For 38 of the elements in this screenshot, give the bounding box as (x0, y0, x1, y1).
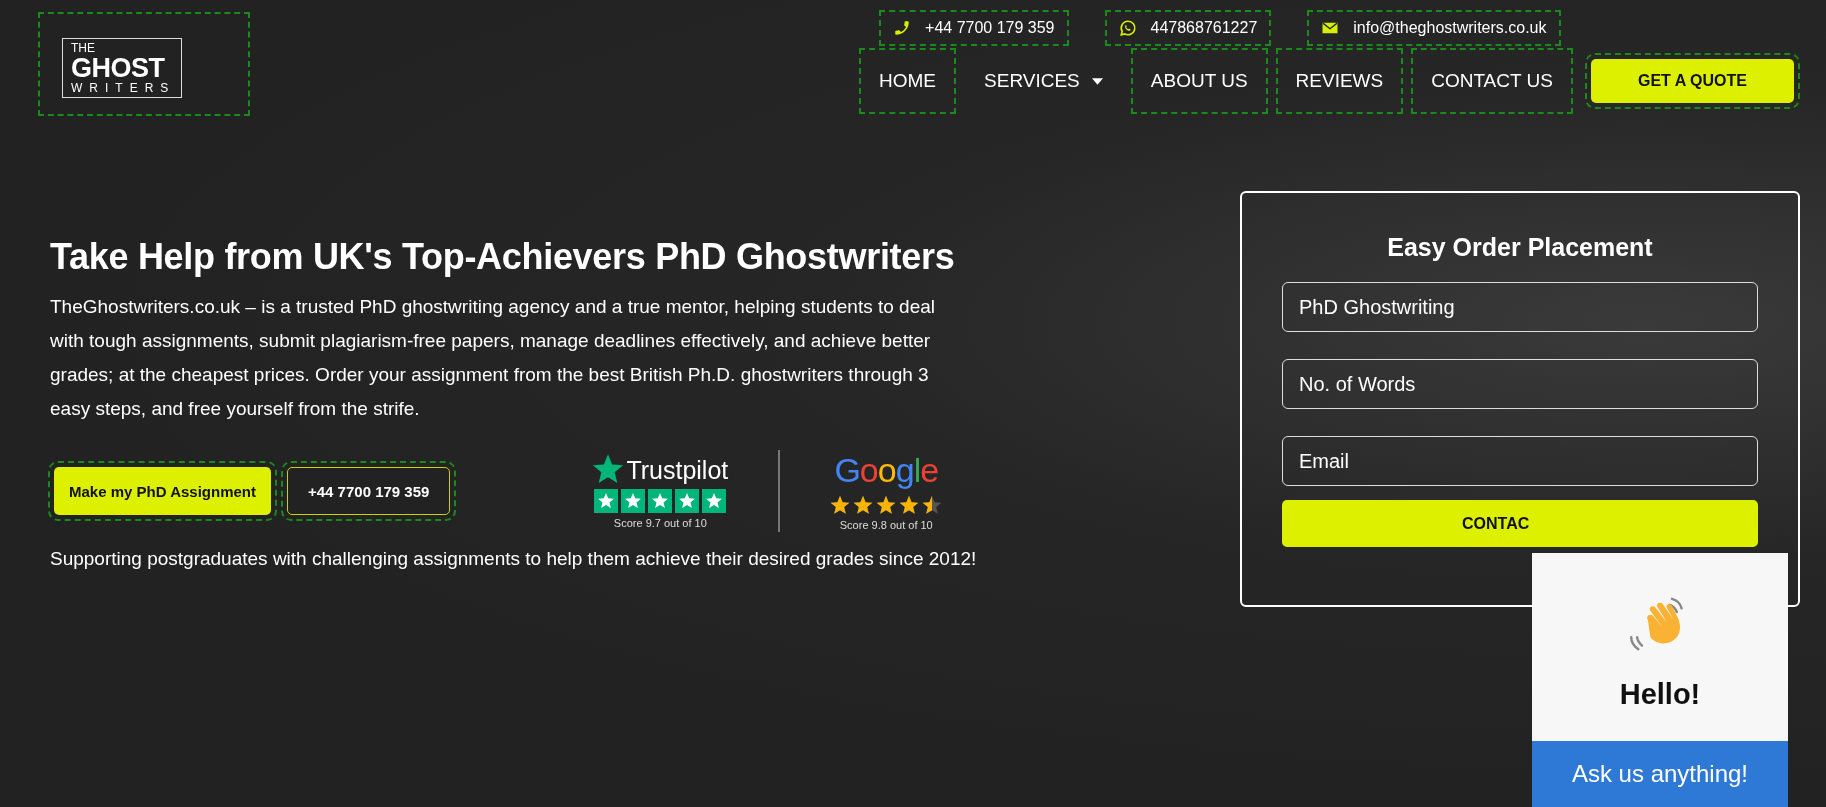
star-icon (922, 495, 943, 515)
logo-bottom-text: WRITERS (71, 81, 176, 95)
tagline: Supporting postgraduates with challenging assignments to help them achieve their desired grades since 2012! (50, 547, 978, 571)
contact-link[interactable]: +44 7700 179 359 (881, 12, 1067, 44)
star-icon (876, 495, 897, 515)
trustpilot-logo: Trustpilot (626, 456, 729, 485)
logo-main-text: GHOST (71, 55, 166, 81)
nav-link[interactable]: SERVICES (966, 50, 1121, 112)
chat-dialog[interactable]: Hello! Ask us anything! (1532, 553, 1788, 807)
star-icon (853, 495, 874, 515)
get-quote-button[interactable]: GET A QUOTE (1590, 59, 1794, 103)
logo[interactable]: THE GHOST WRITERS (62, 38, 183, 98)
phone-button[interactable]: +44 7700 179 359 (287, 467, 451, 515)
nav-link[interactable]: HOME (861, 50, 955, 112)
form-title: Easy Order Placement (1386, 233, 1654, 262)
nav-link[interactable]: REVIEWS (1277, 50, 1402, 112)
assignment-button[interactable]: Make my PhD Assignment (54, 467, 271, 515)
nav-link[interactable]: CONTACT US (1413, 50, 1571, 112)
hero-paragraph: TheGhostwriters.co.uk – is a trusted PhD ghostwriting agency and a true mentor, helping students to deal with tough assignments, submit plagiarism-free papers, manage deadlines effectively, and achieve better grades; at the cheapest prices. Order your assignment from the best British Ph.D. ghostwriters through 3 easy steps, and free yourself from the strife. (50, 295, 937, 421)
nav-link[interactable]: ABOUT US (1132, 50, 1266, 112)
input-field[interactable]: No. of Words (1282, 359, 1758, 409)
score-text: Score 9.7 out of 10 (613, 517, 707, 529)
input-field[interactable]: Email (1282, 436, 1758, 486)
score-text: Score 9.8 out of 10 (839, 519, 933, 531)
phone-icon (893, 19, 912, 37)
logo-top-text: THE (71, 41, 96, 55)
star-icon (899, 495, 920, 515)
contact-link[interactable]: info@theghostwriters.co.uk (1309, 12, 1559, 44)
chat-greeting: Hello! (1619, 677, 1701, 711)
chat-bubble-icon (1118, 19, 1137, 37)
contact-button[interactable]: CONTAC (1282, 500, 1758, 547)
google-logo: Google (834, 451, 939, 489)
star-icon (592, 453, 625, 485)
contact-link[interactable]: 447868761227 (1106, 12, 1270, 44)
service-field[interactable]: PhD Ghostwriting (1282, 282, 1758, 332)
ask-button[interactable]: Ask us anything! (1532, 741, 1788, 807)
star-icon (830, 495, 851, 515)
hero-title: Take Help from UK's Top-Achievers PhD Ghostwriters (50, 236, 956, 278)
